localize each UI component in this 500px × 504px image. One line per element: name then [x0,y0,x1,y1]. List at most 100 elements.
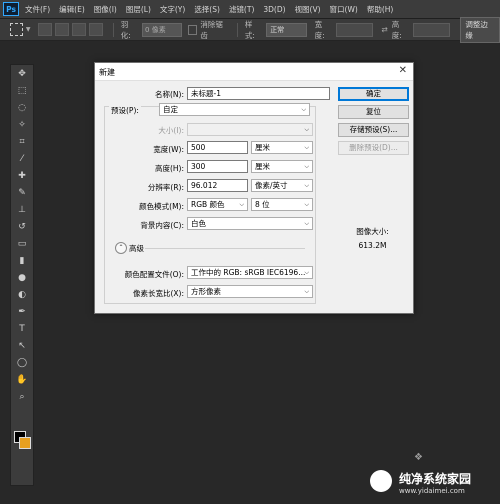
options-bar: ▼ 羽化: 0 像素 消除锯齿 样式: 正常 宽度: ⇄ 高度: 调整边缘 [0,16,500,43]
watermark-text: 纯净系统家园 [399,472,472,486]
eyedropper-icon[interactable]: ⁄ [11,150,33,167]
width-label: 宽度: [314,19,325,40]
advanced-divider [145,248,305,249]
dialog-titlebar: 新建 ✕ [95,63,413,81]
resolution-unit-select[interactable]: 像素/英寸 ⌵ [251,179,313,192]
clone-stamp-icon[interactable]: ⊥ [11,201,33,218]
menu-file[interactable]: 文件(F) [25,4,50,15]
move-icon[interactable]: ✥ [11,65,33,82]
blur-icon[interactable]: ● [11,269,33,286]
menu-select[interactable]: 选择(S) [194,4,220,15]
width-input[interactable]: 500 [187,141,248,154]
height-label: 高度(H): [154,164,184,173]
height-input[interactable]: 300 [187,160,248,173]
width-unit-value: 厘米 [255,143,270,152]
color-profile-label: 颜色配置文件(O): [124,270,184,279]
lasso-icon[interactable]: ◌ [11,99,33,116]
pixel-aspect-value: 方形像素 [191,287,221,296]
history-brush-icon[interactable]: ↺ [11,218,33,235]
add-selection-icon[interactable] [55,23,70,36]
close-icon[interactable]: ✕ [399,65,407,76]
type-icon[interactable]: T [11,320,33,337]
image-size-label: 图像大小: [356,227,389,236]
color-mode-label: 颜色模式(M): [139,202,184,211]
dodge-icon[interactable]: ◐ [11,286,33,303]
width-input[interactable] [335,22,374,37]
subtract-selection-icon[interactable] [72,23,86,36]
divider [112,22,114,37]
menu-help[interactable]: 帮助(H) [367,4,394,15]
background-select[interactable]: 白色 ⌵ [187,217,313,230]
menu-edit[interactable]: 编辑(E) [59,4,85,15]
resolution-input[interactable]: 96.012 [187,179,248,192]
delete-preset-button: 删除预设(D)... [338,141,409,155]
resolution-label: 分辨率(R): [147,183,184,192]
height-input[interactable] [412,22,451,37]
watermark-url: www.yidaimei.com [399,487,465,495]
menu-3d[interactable]: 3D(D) [263,5,285,14]
path-select-icon[interactable]: ↖ [11,337,33,354]
intersect-selection-icon[interactable] [88,23,103,36]
brush-icon[interactable]: ✎ [11,184,33,201]
watermark-logo [370,470,392,492]
magic-wand-icon[interactable]: ✧ [11,116,33,133]
background-value: 白色 [191,219,206,228]
gradient-icon[interactable]: ▮ [11,252,33,269]
bit-depth-select[interactable]: 8 位 ⌵ [251,198,313,211]
height-unit-select[interactable]: 厘米 ⌵ [251,160,313,173]
resolution-unit-value: 像素/英寸 [255,181,288,190]
watermark: ❖ 纯净系统家园 www.yidaimei.com [354,446,500,500]
menu-filter[interactable]: 滤镜(T) [229,4,254,15]
height-unit-value: 厘米 [255,162,270,171]
ellipse-icon[interactable]: ◯ [11,354,33,371]
feather-label: 羽化: [120,19,131,40]
tool-list: ✥ ⬚ ◌ ✧ ⌗ ⁄ ✚ ✎ ⊥ ↺ ▭ ▮ ● ◐ ✒ T ↖ ◯ ✋ ⌕ [11,65,33,405]
color-mode-value: RGB 颜色 [191,200,225,209]
style-select[interactable]: 正常 [266,22,307,37]
pixel-aspect-label: 像素长宽比(X): [132,289,184,298]
toolbox: ✥ ⬚ ◌ ✧ ⌗ ⁄ ✚ ✎ ⊥ ↺ ▭ ▮ ● ◐ ✒ T ↖ ◯ ✋ ⌕ [10,64,34,486]
chevron-down-icon: ⌵ [239,201,244,208]
width-label: 宽度(W): [153,145,184,154]
chevron-down-icon[interactable]: ▼ [26,26,31,33]
pixel-aspect-select[interactable]: 方形像素 ⌵ [187,285,313,298]
crop-icon[interactable]: ⌗ [11,133,33,150]
advanced-toggle-icon[interactable]: ⌃ [115,242,127,254]
preset-value: 自定 [163,105,178,114]
marquee-tool-preset-icon[interactable] [10,23,23,36]
menu-type[interactable]: 文字(Y) [160,4,185,15]
eraser-icon[interactable]: ▭ [11,235,33,252]
new-selection-icon[interactable] [38,23,53,36]
feather-input[interactable]: 0 像素 [142,22,182,37]
chevron-down-icon: ⌵ [304,288,309,295]
menu-window[interactable]: 窗口(W) [330,4,358,15]
marquee-icon[interactable]: ⬚ [11,82,33,99]
swap-icon[interactable]: ⇄ [381,25,387,34]
background-color-swatch[interactable] [19,437,31,449]
hand-icon[interactable]: ✋ [11,371,33,388]
healing-brush-icon[interactable]: ✚ [11,167,33,184]
color-mode-select[interactable]: RGB 颜色 ⌵ [187,198,248,211]
chevron-down-icon: ⌵ [304,126,309,133]
antialias-checkbox[interactable] [187,24,198,35]
chevron-down-icon: ⌵ [304,163,309,170]
menu-image[interactable]: 图像(I) [94,4,117,15]
name-input[interactable]: 未标题-1 [187,87,330,100]
size-select: ⌵ [187,123,313,136]
menu-bar: Ps 文件(F) 编辑(E) 图像(I) 图层(L) 文字(Y) 选择(S) 滤… [0,0,500,19]
ok-button[interactable]: 确定 [338,87,409,101]
style-label: 样式: [244,19,255,40]
divider [236,22,238,37]
reset-button[interactable]: 复位 [338,105,409,119]
zoom-icon[interactable]: ⌕ [11,388,33,405]
pen-icon[interactable]: ✒ [11,303,33,320]
menu-view[interactable]: 视图(V) [295,4,321,15]
preset-select[interactable]: 自定 ⌵ [159,103,310,116]
menu-layer[interactable]: 图层(L) [126,4,151,15]
width-unit-select[interactable]: 厘米 ⌵ [251,141,313,154]
color-profile-select[interactable]: 工作中的 RGB: sRGB IEC6196... ⌵ [187,266,313,279]
new-document-dialog: 新建 ✕ 名称(N): 未标题-1 预设(P): 自定 ⌵ 大小(I): ⌵ 宽度… [94,62,414,314]
save-preset-button[interactable]: 存储预设(S)... [338,123,409,137]
image-size-value: 613.2M [358,241,387,250]
refine-edge-button[interactable]: 调整边缘 [460,16,500,43]
